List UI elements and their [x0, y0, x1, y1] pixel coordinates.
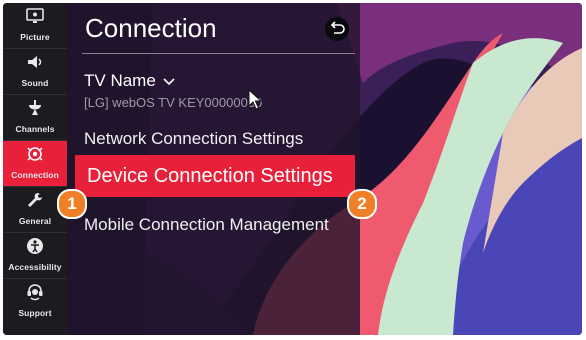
mouse-pointer-icon: [248, 89, 263, 110]
device-connection-settings-label: Device Connection Settings: [87, 165, 333, 187]
chevron-down-icon[interactable]: [162, 74, 176, 88]
sidebar-item-label: Accessibility: [8, 262, 62, 272]
sidebar-item-label: Channels: [15, 124, 55, 134]
sidebar-item-label: Support: [18, 308, 52, 318]
tv-screen: Connection TV Name [LG] webOS TV KEY0000…: [3, 3, 582, 335]
accessibility-icon: [3, 237, 67, 259]
sidebar-item-support[interactable]: Support: [3, 279, 67, 325]
tv-name-dropdown[interactable]: TV Name: [84, 71, 156, 91]
back-button[interactable]: [325, 17, 349, 41]
sidebar-item-picture[interactable]: Picture: [3, 3, 67, 49]
sidebar-item-accessibility[interactable]: Accessibility: [3, 233, 67, 279]
sidebar-item-label: Connection: [11, 170, 59, 180]
device-connection-settings[interactable]: Device Connection Settings: [75, 155, 355, 197]
network-connection-settings[interactable]: Network Connection Settings: [84, 129, 303, 149]
sidebar-item-label: Picture: [20, 32, 50, 42]
sidebar-item-label: Sound: [21, 78, 49, 88]
speaker-icon: [3, 53, 67, 75]
title-divider: [82, 53, 355, 54]
settings-sidebar: Picture Sound Channels Connection Genera…: [3, 3, 67, 335]
step-2-callout: 2: [347, 189, 377, 219]
page-title: Connection: [85, 13, 217, 43]
sidebar-item-connection[interactable]: Connection: [3, 141, 67, 187]
picture-icon: [3, 7, 67, 29]
satellite-dish-icon: [3, 99, 67, 121]
back-arrow-icon: [330, 21, 345, 34]
mobile-connection-management[interactable]: Mobile Connection Management: [84, 215, 329, 235]
tv-name-value: [LG] webOS TV KEY00000030: [84, 95, 263, 110]
sidebar-item-label: General: [18, 216, 52, 226]
sidebar-item-sound[interactable]: Sound: [3, 49, 67, 95]
connection-icon: [3, 145, 67, 167]
connection-panel: Connection TV Name [LG] webOS TV KEY0000…: [67, 3, 360, 335]
sidebar-item-channels[interactable]: Channels: [3, 95, 67, 141]
step-1-callout: 1: [57, 189, 87, 219]
headset-icon: [3, 283, 67, 305]
